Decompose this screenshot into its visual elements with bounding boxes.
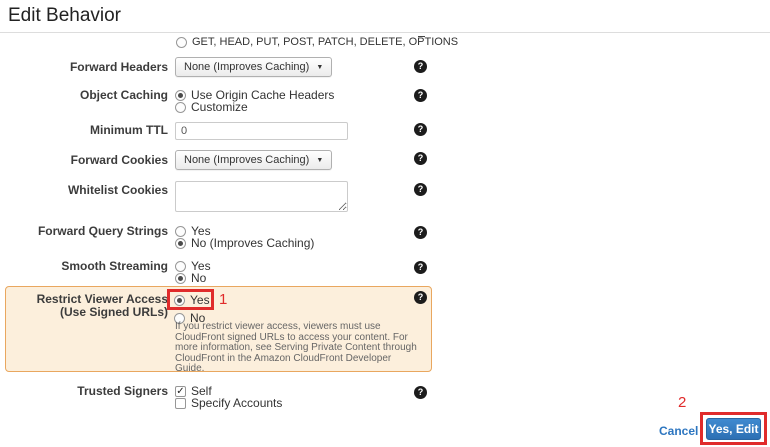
restrict-viewer-access-sublabel: (Use Signed URLs) <box>59 305 168 319</box>
forward-cookies-help-icon[interactable]: ? <box>414 152 427 165</box>
annotation-step2-number: 2 <box>678 394 687 411</box>
minimum-ttl-label: Minimum TTL <box>90 123 168 137</box>
radio-label: No (Improves Caching) <box>191 236 315 250</box>
trusted-signers-help-icon[interactable]: ? <box>414 386 427 399</box>
checkbox-checked-icon: ✓ <box>175 385 186 397</box>
forward-headers-label: Forward Headers <box>69 60 168 74</box>
whitelist-cookies-textarea[interactable] <box>175 181 348 212</box>
checkbox-label: Specify Accounts <box>191 396 283 410</box>
restrict-viewer-access-help-text: If you restrict viewer access, viewers m… <box>175 321 417 374</box>
forward-query-strings-label: Forward Query Strings <box>37 224 168 238</box>
trusted-signers-label: Trusted Signers <box>77 384 168 398</box>
radio-label: No <box>191 271 207 285</box>
smooth-streaming-help-icon[interactable]: ? <box>414 261 427 274</box>
radio-query-strings-no[interactable]: No (Improves Caching) <box>175 236 314 250</box>
radio-label: GET, HEAD, PUT, POST, PATCH, DELETE, OPT… <box>192 36 459 48</box>
edit-behavior-page: Edit Behavior GET, HEAD, PUT, POST, PATC… <box>0 0 770 447</box>
radio-icon <box>175 89 186 101</box>
forward-headers-dropdown[interactable]: None (Improves Caching) ▼ <box>175 57 333 77</box>
dropdown-value: None (Improves Caching) <box>184 154 310 166</box>
minimum-ttl-help-icon[interactable]: ? <box>414 123 427 136</box>
annotation-step1-number: 1 <box>219 291 228 308</box>
cancel-link[interactable]: Cancel <box>659 424 698 438</box>
minimum-ttl-input[interactable] <box>175 122 348 140</box>
yes-edit-button[interactable]: Yes, Edit <box>706 417 761 440</box>
restrict-viewer-access-help-icon[interactable]: ? <box>414 291 427 304</box>
object-caching-help-icon[interactable]: ? <box>414 89 427 102</box>
whitelist-cookies-help-icon[interactable]: ? <box>414 183 427 196</box>
forward-cookies-label: Forward Cookies <box>70 153 168 167</box>
chevron-down-icon: ▼ <box>316 63 324 71</box>
forward-query-strings-help-icon[interactable]: ? <box>414 226 427 239</box>
page-title: Edit Behavior <box>8 5 122 26</box>
smooth-streaming-label: Smooth Streaming <box>61 259 168 273</box>
radio-icon <box>174 294 185 306</box>
radio-http-methods-all[interactable]: GET, HEAD, PUT, POST, PATCH, DELETE, OPT… <box>176 36 458 48</box>
annotation-box-step2: Yes, Edit <box>700 412 767 445</box>
radio-object-caching-customize[interactable]: Customize <box>175 100 248 114</box>
radio-icon <box>176 36 187 48</box>
whitelist-cookies-label: Whitelist Cookies <box>67 183 168 197</box>
dropdown-value: None (Improves Caching) <box>184 61 310 73</box>
overflow-dash-icon <box>418 36 425 37</box>
checkbox-trusted-signers-specify[interactable]: Specify Accounts <box>175 396 282 410</box>
forward-headers-help-icon[interactable]: ? <box>414 60 427 73</box>
radio-label: Yes <box>190 293 210 307</box>
radio-restrict-access-yes[interactable]: Yes <box>174 293 210 307</box>
radio-icon <box>175 260 186 272</box>
title-divider <box>0 32 770 33</box>
object-caching-label: Object Caching <box>79 88 168 102</box>
chevron-down-icon: ▼ <box>316 156 324 164</box>
forward-cookies-dropdown[interactable]: None (Improves Caching) ▼ <box>175 150 333 170</box>
radio-icon <box>175 101 186 113</box>
radio-icon <box>175 272 186 284</box>
checkbox-icon <box>175 397 186 409</box>
radio-icon <box>175 237 186 249</box>
radio-icon <box>175 225 186 237</box>
radio-smooth-streaming-no[interactable]: No <box>175 271 206 285</box>
radio-label: Customize <box>191 100 248 114</box>
